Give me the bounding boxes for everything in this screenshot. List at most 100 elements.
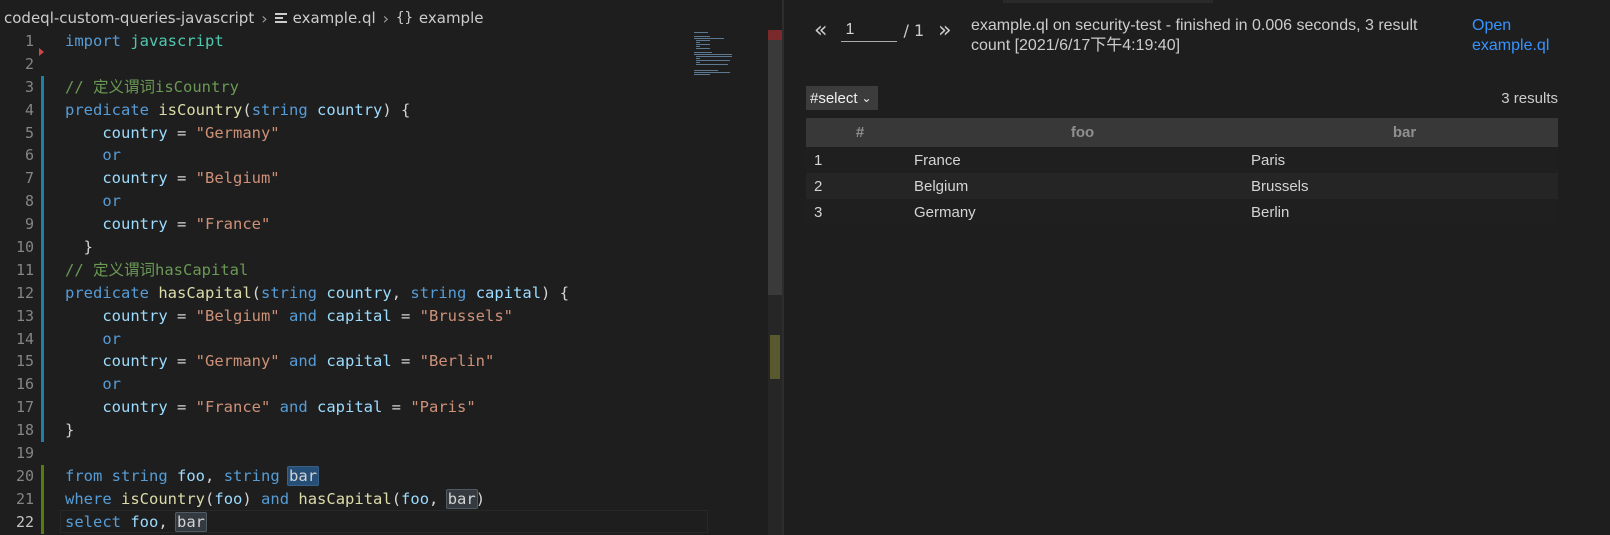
code-line[interactable]: 11 // 定义谓词hasCapital — [0, 258, 708, 282]
cell-foo[interactable]: Belgium — [914, 173, 1251, 199]
code-line[interactable]: 19 — [0, 442, 708, 465]
gutter-change-indicator[interactable] — [41, 510, 44, 534]
gutter-change-indicator[interactable] — [41, 236, 44, 260]
code-token: ) — [475, 489, 486, 508]
code-token: foo — [177, 466, 206, 485]
gutter-change-indicator[interactable] — [41, 98, 44, 122]
gutter-change-indicator[interactable] — [41, 167, 44, 191]
code-token: "France" — [195, 398, 271, 417]
code-text: // 定义谓词hasCapital — [65, 259, 248, 282]
code-token: capital — [317, 398, 383, 417]
code-token: "Germany" — [195, 352, 280, 371]
code-token: = — [382, 398, 411, 417]
cell-bar[interactable]: Brussels — [1251, 173, 1558, 199]
line-number: 20 — [15, 466, 34, 485]
column-header-foo[interactable]: foo — [914, 118, 1251, 147]
gutter-change-indicator[interactable] — [41, 396, 44, 420]
page-number-input[interactable] — [841, 19, 898, 42]
code-line[interactable]: 6 or — [0, 144, 708, 168]
table-row[interactable]: 1 France Paris — [806, 147, 1558, 173]
gutter-change-indicator[interactable] — [41, 213, 44, 237]
cell-bar[interactable]: Berlin — [1251, 199, 1558, 225]
open-query-link[interactable]: Open example.ql — [1472, 16, 1592, 56]
column-header-bar[interactable]: bar — [1251, 118, 1558, 147]
code-token: = — [167, 169, 196, 188]
prev-page-button[interactable]: « — [814, 18, 827, 43]
table-row[interactable]: 2 Belgium Brussels — [806, 173, 1558, 199]
code-line[interactable]: 13 country = "Belgium" and capital = "Br… — [0, 304, 708, 328]
code-line[interactable]: 16 or — [0, 373, 708, 397]
code-token: or — [102, 375, 121, 394]
code-line[interactable]: 3 // 定义谓词isCountry — [0, 75, 708, 99]
gutter-change-indicator[interactable] — [41, 258, 44, 282]
code-token: or — [102, 192, 121, 211]
code-token: string — [410, 283, 467, 302]
code-line[interactable]: 10 } — [0, 236, 708, 260]
column-header-index[interactable]: # — [806, 118, 914, 147]
code-token: ( — [391, 489, 402, 508]
code-line[interactable]: 8 or — [0, 190, 708, 214]
code-token: "Brussels" — [419, 306, 513, 325]
gutter-change-indicator[interactable] — [41, 121, 44, 145]
cell-foo[interactable]: France — [914, 147, 1251, 173]
chevron-down-icon: ⌄ — [861, 91, 872, 105]
breadcrumb-folder[interactable]: codeql-custom-queries-javascript — [4, 9, 254, 27]
gutter-change-indicator[interactable] — [41, 487, 44, 511]
gutter-change-indicator[interactable] — [41, 350, 44, 374]
code-line[interactable]: 20 from string foo, string bar — [0, 464, 708, 488]
gutter-change-indicator[interactable] — [41, 304, 44, 328]
code-text: } — [65, 236, 93, 259]
minimap[interactable] — [690, 30, 770, 75]
code-line[interactable]: 17 country = "France" and capital = "Par… — [0, 396, 708, 420]
gutter-change-indicator[interactable] — [41, 281, 44, 305]
code-token: bar — [287, 465, 320, 486]
gutter-change-indicator[interactable] — [41, 419, 44, 443]
gutter-change-indicator[interactable] — [41, 373, 44, 397]
code-line[interactable]: 12 predicate hasCapital(string country, s… — [0, 281, 708, 305]
code-token: = — [167, 306, 196, 325]
code-line[interactable]: 18} — [0, 419, 708, 443]
code-token: ( — [242, 100, 252, 119]
code-line[interactable]: 14 or — [0, 327, 708, 351]
code-line[interactable]: 15 country = "Germany" and capital = "Be… — [0, 350, 708, 374]
code-line[interactable]: 22 select foo, bar — [0, 509, 708, 534]
gutter-change-indicator[interactable] — [41, 327, 44, 351]
cell-foo[interactable]: Germany — [914, 199, 1251, 225]
code-token: bar — [445, 488, 478, 509]
code-line[interactable]: 7 country = "Belgium" — [0, 167, 708, 191]
code-token: import — [65, 32, 121, 50]
code-token: } — [65, 238, 93, 257]
gutter-change-indicator[interactable] — [41, 144, 44, 168]
breadcrumb-symbol[interactable]: example — [419, 9, 484, 27]
cell-bar[interactable]: Paris — [1251, 147, 1558, 173]
code-text: // 定义谓词isCountry — [65, 76, 239, 99]
code-line[interactable]: 2 — [0, 53, 708, 76]
code-area[interactable]: 1 import javascript 2 3 // 定义谓词isCountry 4 pre… — [0, 30, 708, 534]
code-line[interactable]: 9 country = "France" — [0, 213, 708, 237]
result-set-select[interactable]: #select ⌄ — [806, 86, 878, 110]
code-token: isCountry — [121, 489, 206, 508]
gutter-change-indicator[interactable] — [41, 190, 44, 214]
code-line[interactable]: 4 predicate isCountry(string country) { — [0, 98, 708, 122]
code-line[interactable]: 21 where isCountry(foo) and hasCapital(fo… — [0, 487, 708, 511]
gutter-change-indicator[interactable] — [41, 464, 44, 488]
code-editor[interactable]: codeql-custom-queries-javascript › examp… — [0, 0, 806, 535]
line-number: 15 — [15, 352, 34, 371]
code-line[interactable]: 1 import javascript — [0, 30, 708, 53]
breadcrumb-file[interactable]: example.ql — [293, 9, 376, 27]
gutter-change-indicator[interactable] — [41, 75, 44, 99]
scrollbar-thumb[interactable] — [768, 30, 782, 295]
table-row[interactable]: 3 Germany Berlin — [806, 199, 1558, 225]
code-token: and — [289, 306, 317, 325]
code-line[interactable]: 5 country = "Germany" — [0, 121, 708, 145]
line-number: 3 — [24, 77, 34, 96]
code-token: string — [111, 466, 168, 485]
editor-scrollbar[interactable] — [768, 30, 782, 535]
next-page-button[interactable]: » — [938, 18, 951, 43]
